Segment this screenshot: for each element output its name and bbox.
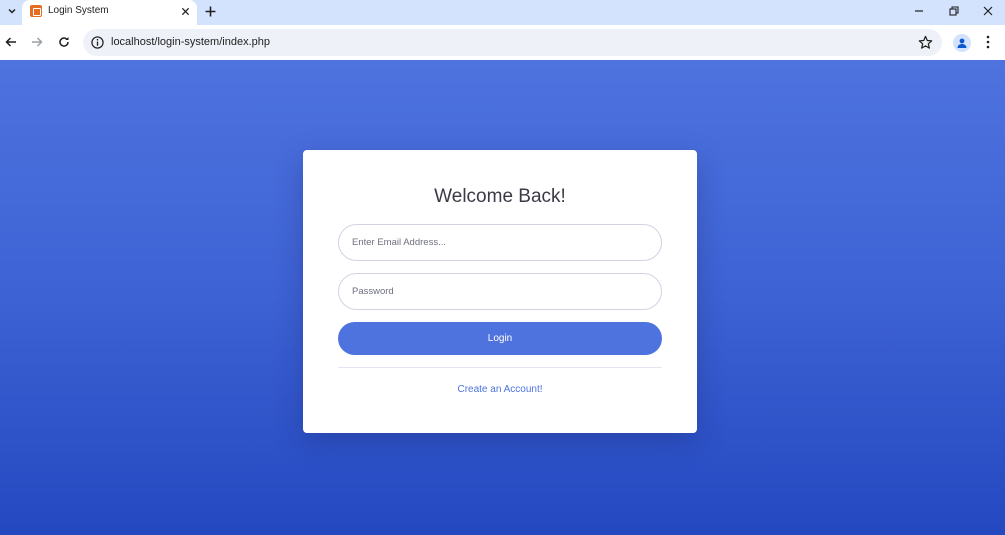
star-icon[interactable] xyxy=(918,35,933,50)
url-text[interactable]: localhost/login-system/index.php xyxy=(111,36,270,48)
page-background: Welcome Back! Login Create an Account! xyxy=(0,60,1005,535)
new-tab-button[interactable] xyxy=(202,3,218,19)
minimize-icon xyxy=(915,10,923,12)
address-bar[interactable]: localhost/login-system/index.php xyxy=(83,29,942,56)
browser-tab[interactable]: Login System xyxy=(22,0,197,25)
minimize-button[interactable] xyxy=(911,3,927,19)
back-button[interactable] xyxy=(3,34,19,50)
restore-icon xyxy=(949,6,959,16)
page-title: Welcome Back! xyxy=(434,186,566,207)
chevron-down-icon xyxy=(8,8,16,14)
profile-button[interactable] xyxy=(953,34,971,52)
browser-menu-button[interactable] xyxy=(982,34,994,50)
divider xyxy=(338,367,662,368)
tab-search-button[interactable] xyxy=(3,2,21,20)
arrow-right-icon xyxy=(32,37,43,47)
reload-icon xyxy=(59,37,69,47)
tab-title: Login System xyxy=(48,5,109,16)
login-button[interactable]: Login xyxy=(338,322,662,355)
login-card: Welcome Back! Login Create an Account! xyxy=(303,150,697,433)
plus-icon xyxy=(205,6,215,16)
xampp-favicon-icon xyxy=(30,5,42,17)
restore-button[interactable] xyxy=(946,3,962,19)
forward-button[interactable] xyxy=(29,34,45,50)
email-input[interactable] xyxy=(338,224,662,261)
more-vert-icon xyxy=(986,35,990,49)
browser-tab-strip: Login System xyxy=(0,0,1005,25)
close-icon xyxy=(181,7,189,15)
close-window-button[interactable] xyxy=(980,3,996,19)
tab-close-button[interactable] xyxy=(178,4,192,18)
password-input[interactable] xyxy=(338,273,662,310)
reload-button[interactable] xyxy=(56,34,72,50)
create-account-link[interactable]: Create an Account! xyxy=(303,384,697,395)
profile-icon xyxy=(957,38,967,48)
info-icon[interactable] xyxy=(91,36,104,49)
browser-toolbar: localhost/login-system/index.php xyxy=(0,25,1005,60)
arrow-left-icon xyxy=(5,37,16,47)
close-icon xyxy=(983,6,993,16)
